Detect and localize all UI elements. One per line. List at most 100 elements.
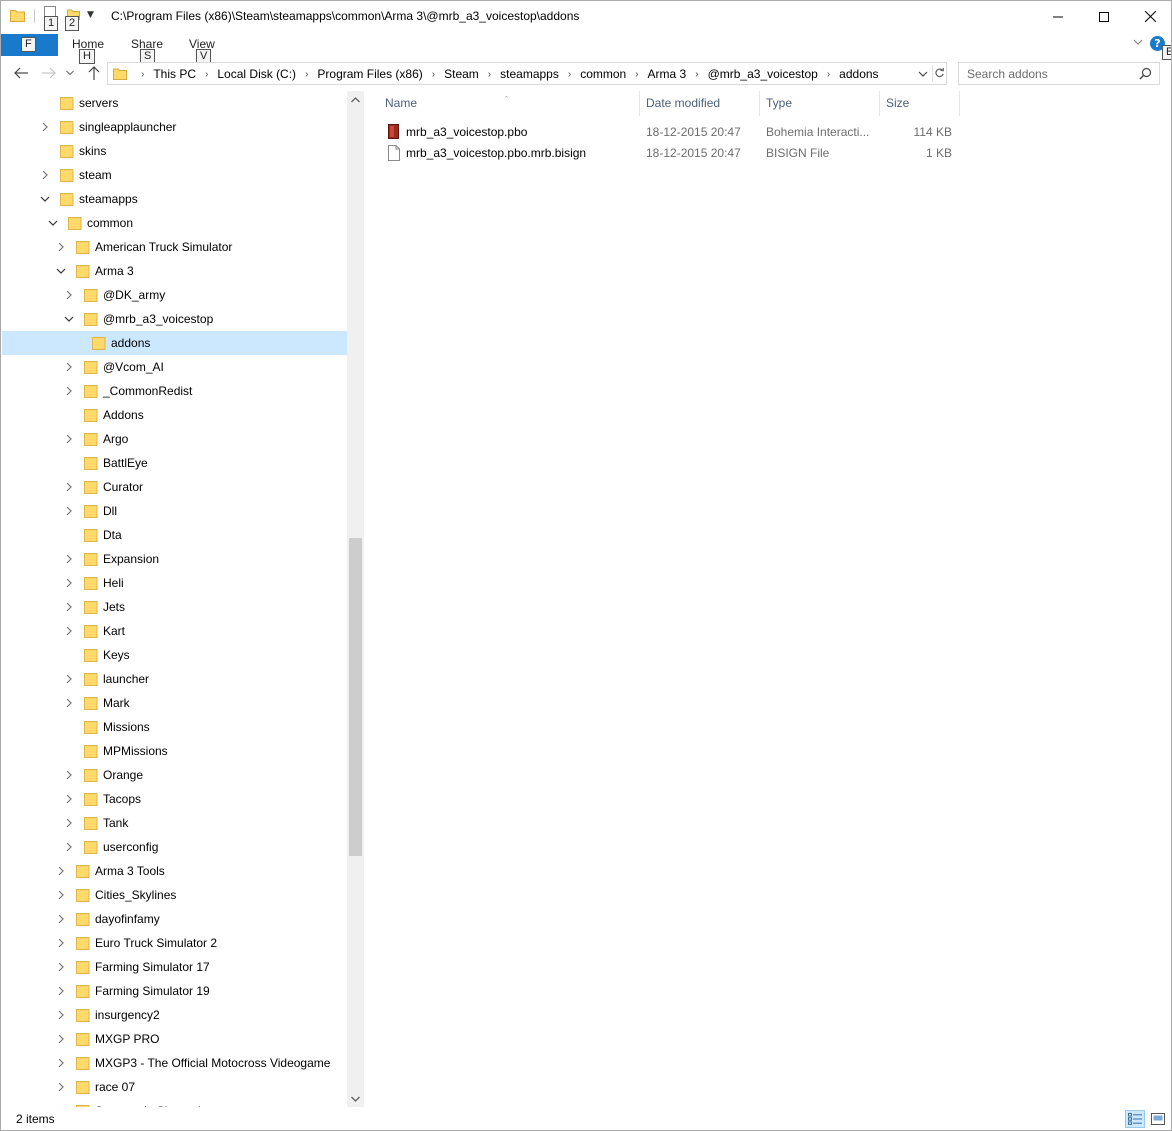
tree-item[interactable]: Tacops [2,787,347,811]
tree-item[interactable]: Farming Simulator 19 [2,979,347,1003]
refresh-icon[interactable] [932,65,946,82]
tree-item[interactable]: MXGP3 - The Official Motocross Videogame [2,1051,347,1075]
chevron-right-icon[interactable] [64,842,74,852]
tree-item[interactable]: BattlEye [2,451,347,475]
file-row[interactable]: mrb_a3_voicestop.pbo 18-12-2015 20:47 Bohe… [379,121,959,142]
tree-item[interactable]: Missions [2,715,347,739]
breadcrumb-item[interactable]: This PC [153,67,196,81]
chevron-right-icon[interactable] [56,1106,66,1107]
tree-item[interactable]: Curator [2,475,347,499]
tree-item[interactable]: Euro Truck Simulator 2 [2,931,347,955]
chevron-down-icon[interactable] [916,66,930,82]
back-button[interactable] [11,63,31,83]
tree-item[interactable]: Dll [2,499,347,523]
tree-item[interactable]: Addons [2,403,347,427]
tree-item[interactable]: dayofinfamy [2,907,347,931]
chevron-right-icon[interactable] [56,962,66,972]
breadcrumb-separator-icon[interactable]: › [488,69,491,80]
tree-item[interactable]: servers [2,91,347,115]
tree-item[interactable]: skins [2,139,347,163]
recent-locations-button[interactable] [63,63,77,83]
breadcrumb-item[interactable]: Steam [444,67,479,81]
chevron-right-icon[interactable] [40,170,50,180]
chevron-down-icon[interactable] [48,218,58,228]
navigation-pane-scrollbar[interactable] [347,91,364,1107]
breadcrumb-separator-icon[interactable]: › [432,69,435,80]
chevron-right-icon[interactable] [64,818,74,828]
maximize-button[interactable] [1081,1,1127,32]
breadcrumb-item[interactable]: Local Disk (C:) [217,67,296,81]
chevron-right-icon[interactable] [64,362,74,372]
tree-item[interactable]: userconfig [2,835,347,859]
chevron-right-icon[interactable] [64,602,74,612]
breadcrumb-separator-icon[interactable]: › [635,69,638,80]
tree-item[interactable]: @Vcom_AI [2,355,347,379]
tree-item[interactable]: American Truck Simulator [2,235,347,259]
tree-item[interactable]: steam [2,163,347,187]
breadcrumb-item[interactable]: steamapps [500,67,559,81]
chevron-right-icon[interactable] [40,122,50,132]
tree-item[interactable]: Keys [2,643,347,667]
chevron-right-icon[interactable] [56,866,66,876]
details-view-button[interactable] [1125,1110,1145,1128]
file-tab[interactable]: F [1,34,58,56]
tree-item[interactable]: Farming Simulator 17 [2,955,347,979]
up-button[interactable] [84,63,104,83]
tree-item[interactable]: Cities_Skylines [2,883,347,907]
breadcrumb-separator-icon[interactable]: › [695,69,698,80]
chevron-right-icon[interactable] [56,938,66,948]
tree-item[interactable]: Streamer's Channel [2,1099,347,1107]
large-icons-view-button[interactable] [1149,1110,1167,1128]
tree-item[interactable]: MPMissions [2,739,347,763]
column-divider[interactable] [959,91,960,116]
breadcrumb-item[interactable]: Program Files (x86) [317,67,422,81]
chevron-right-icon[interactable] [56,914,66,924]
address-bar[interactable]: › This PC › Local Disk (C:) › Program Files (… [107,62,947,85]
breadcrumb-item[interactable]: @mrb_a3_voicestop [708,67,818,81]
scroll-down-button[interactable] [347,1090,364,1107]
tree-item[interactable]: @mrb_a3_voicestop [2,307,347,331]
chevron-down-icon[interactable] [64,314,74,324]
minimize-button[interactable] [1035,1,1081,32]
close-button[interactable] [1127,1,1171,32]
chevron-right-icon[interactable] [56,1010,66,1020]
tree-item[interactable]: singleapplauncher [2,115,347,139]
chevron-right-icon[interactable] [56,1082,66,1092]
breadcrumb-separator-icon[interactable]: › [827,69,830,80]
chevron-right-icon[interactable] [56,1034,66,1044]
navigation-pane[interactable]: servers singleapplauncher skins steam steama… [1,91,347,1107]
tree-item[interactable]: Dta [2,523,347,547]
chevron-right-icon[interactable] [64,770,74,780]
chevron-right-icon[interactable] [56,1058,66,1068]
tree-item[interactable]: steamapps [2,187,347,211]
chevron-right-icon[interactable] [64,434,74,444]
tree-item[interactable]: launcher [2,667,347,691]
tree-item[interactable]: Argo [2,427,347,451]
chevron-right-icon[interactable] [64,794,74,804]
tree-item[interactable]: addons [2,331,347,355]
column-header-date[interactable]: Date modified [640,91,760,116]
tree-item[interactable]: insurgency2 [2,1003,347,1027]
chevron-right-icon[interactable] [64,698,74,708]
tree-item[interactable]: MXGP PRO [2,1027,347,1051]
tree-item[interactable]: Heli [2,571,347,595]
tree-item[interactable]: common [2,211,347,235]
tree-item[interactable]: Orange [2,763,347,787]
chevron-right-icon[interactable] [64,386,74,396]
chevron-right-icon[interactable] [56,986,66,996]
breadcrumb-separator-icon[interactable]: › [568,69,571,80]
column-header-type[interactable]: Type [760,91,879,116]
column-header-size[interactable]: Size [880,91,959,116]
chevron-down-icon[interactable] [56,266,66,276]
breadcrumb-item[interactable]: common [580,67,626,81]
tree-item[interactable]: _CommonRedist [2,379,347,403]
scroll-thumb[interactable] [349,538,362,856]
search-input[interactable]: Search addons [958,62,1160,85]
tree-item[interactable]: Kart [2,619,347,643]
breadcrumb-item[interactable]: addons [839,67,878,81]
tree-item[interactable]: Expansion [2,547,347,571]
file-row[interactable]: mrb_a3_voicestop.pbo.mrb.bisign 18-12-201… [379,142,959,163]
tree-item[interactable]: Mark [2,691,347,715]
chevron-right-icon[interactable] [56,242,66,252]
breadcrumb-separator-icon[interactable]: › [305,69,308,80]
